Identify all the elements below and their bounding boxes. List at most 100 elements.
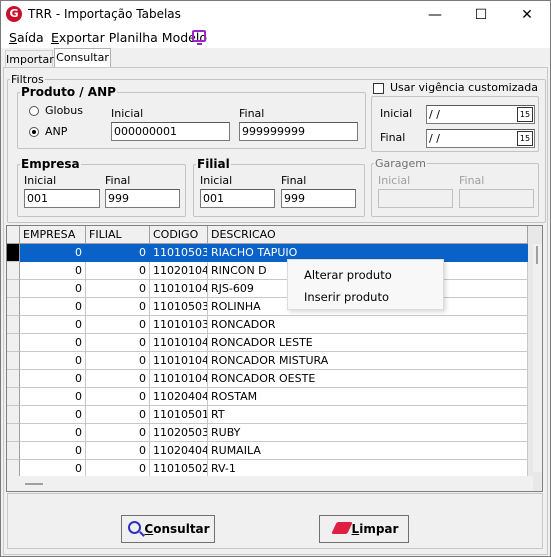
cell-filial[interactable]: 0 (86, 262, 150, 280)
consultar-button[interactable]: Consultar (121, 515, 215, 543)
cell-empresa[interactable]: 0 (20, 388, 86, 406)
menu-saida[interactable]: Saída (9, 29, 44, 47)
produtos-grid[interactable]: EMPRESA FILIAL CODIGO DESCRICAO 0 0 110105… (6, 225, 543, 492)
produto-inicial-input[interactable]: 000000001 (111, 122, 230, 141)
row-indicator[interactable] (7, 370, 20, 388)
tab-consultar[interactable]: Consultar (54, 48, 111, 69)
row-indicator[interactable] (7, 262, 20, 280)
menu-exportar-planilha[interactable]: Exportar Planilha Modelo (51, 29, 207, 47)
cell-codigo[interactable]: 110105019 (150, 406, 208, 424)
cell-descricao[interactable]: ROSTAM (208, 388, 528, 406)
cell-codigo[interactable]: 110204041 (150, 442, 208, 460)
grid-horizontal-scrollbar[interactable] (7, 476, 533, 491)
cell-empresa[interactable]: 0 (20, 316, 86, 334)
cell-codigo[interactable]: 110101033 (150, 316, 208, 334)
empresa-final-input[interactable]: 999 (105, 189, 180, 208)
row-indicator[interactable] (7, 316, 20, 334)
filial-inicial-input[interactable]: 001 (200, 189, 275, 208)
row-indicator[interactable] (7, 334, 20, 352)
cell-filial[interactable]: 0 (86, 334, 150, 352)
globus-radio[interactable] (29, 106, 39, 116)
row-indicator[interactable] (7, 442, 20, 460)
col-descricao-header[interactable]: DESCRICAO (208, 226, 528, 244)
table-row[interactable]: 00110101040RONCADOR LESTE (7, 334, 528, 352)
cell-empresa[interactable]: 0 (20, 370, 86, 388)
cell-filial[interactable]: 0 (86, 280, 150, 298)
cell-filial[interactable]: 0 (86, 298, 150, 316)
row-indicator[interactable] (7, 244, 20, 262)
row-indicator[interactable] (7, 352, 20, 370)
col-empresa-header[interactable]: EMPRESA (20, 226, 86, 244)
cell-descricao[interactable]: RONCADOR OESTE (208, 370, 528, 388)
scroll-thumb[interactable] (25, 483, 43, 485)
filial-final-input[interactable]: 999 (281, 189, 356, 208)
cell-codigo[interactable]: 110101045 (150, 352, 208, 370)
cell-codigo[interactable]: 110204040 (150, 388, 208, 406)
cell-codigo[interactable]: 110101048 (150, 280, 208, 298)
cell-empresa[interactable]: 0 (20, 298, 86, 316)
cell-empresa[interactable]: 0 (20, 424, 86, 442)
limpar-button[interactable]: Limpar (319, 515, 409, 543)
cell-descricao[interactable]: RT (208, 406, 528, 424)
minimize-button[interactable]: — (412, 1, 458, 29)
cell-filial[interactable]: 0 (86, 424, 150, 442)
menu-alterar-produto[interactable]: Alterar produto (304, 265, 392, 285)
table-row[interactable]: 00110204041RUMAILA (7, 442, 528, 460)
table-row[interactable]: 00110105019RT (7, 406, 528, 424)
table-row[interactable]: 00110205030RUBY (7, 424, 528, 442)
maximize-button[interactable]: ☐ (458, 1, 504, 29)
cell-empresa[interactable]: 0 (20, 262, 86, 280)
table-row[interactable]: 00110201049RINCON D (7, 262, 528, 280)
cell-empresa[interactable]: 0 (20, 442, 86, 460)
cell-descricao[interactable]: RUBY (208, 424, 528, 442)
col-filial-header[interactable]: FILIAL (86, 226, 150, 244)
cell-codigo[interactable]: 110105031 (150, 298, 208, 316)
vigencia-inicial-input[interactable]: / / 15 (426, 105, 535, 124)
table-row[interactable]: 00110101041RONCADOR OESTE (7, 370, 528, 388)
table-row[interactable]: 00110101048RJS-609 (7, 280, 528, 298)
cell-descricao[interactable]: RUMAILA (208, 442, 528, 460)
row-indicator[interactable] (7, 424, 20, 442)
col-codigo-header[interactable]: CODIGO (150, 226, 208, 244)
cell-descricao[interactable]: RONCADOR LESTE (208, 334, 528, 352)
cell-filial[interactable]: 0 (86, 244, 150, 262)
cell-codigo[interactable]: 110201049 (150, 262, 208, 280)
cell-filial[interactable]: 0 (86, 316, 150, 334)
cell-filial[interactable]: 0 (86, 352, 150, 370)
row-indicator[interactable] (7, 406, 20, 424)
anp-radio[interactable] (29, 127, 39, 137)
row-indicator[interactable] (7, 388, 20, 406)
cell-filial[interactable]: 0 (86, 388, 150, 406)
cell-empresa[interactable]: 0 (20, 406, 86, 424)
table-row[interactable]: 00110101045RONCADOR MISTURA (7, 352, 528, 370)
cell-codigo[interactable]: 110205030 (150, 424, 208, 442)
vigencia-final-input[interactable]: / / 15 (426, 129, 535, 148)
cell-descricao[interactable]: RONCADOR MISTURA (208, 352, 528, 370)
monitor-icon[interactable] (192, 30, 206, 45)
row-indicator[interactable] (7, 280, 20, 298)
menu-inserir-produto[interactable]: Inserir produto (304, 287, 389, 307)
scroll-thumb[interactable] (536, 246, 538, 264)
table-row[interactable]: 00110105031ROLINHA (7, 298, 528, 316)
cell-codigo[interactable]: 110105032 (150, 244, 208, 262)
vigencia-checkbox[interactable] (373, 83, 384, 94)
cell-filial[interactable]: 0 (86, 406, 150, 424)
cell-empresa[interactable]: 0 (20, 280, 86, 298)
cell-descricao[interactable]: RONCADOR (208, 316, 528, 334)
grid-vertical-scrollbar[interactable] (533, 244, 542, 472)
cell-empresa[interactable]: 0 (20, 244, 86, 262)
cell-codigo[interactable]: 110101040 (150, 334, 208, 352)
cell-empresa[interactable]: 0 (20, 352, 86, 370)
table-row[interactable]: 00110101033RONCADOR (7, 316, 528, 334)
close-button[interactable]: ✕ (504, 1, 550, 29)
cell-filial[interactable]: 0 (86, 370, 150, 388)
calendar-icon[interactable]: 15 (517, 107, 533, 122)
empresa-inicial-input[interactable]: 001 (24, 189, 100, 208)
cell-filial[interactable]: 0 (86, 442, 150, 460)
cell-codigo[interactable]: 110101041 (150, 370, 208, 388)
produto-final-input[interactable]: 999999999 (239, 122, 358, 141)
table-row[interactable]: 00110105032RIACHO TAPUIO (7, 244, 528, 262)
cell-empresa[interactable]: 0 (20, 334, 86, 352)
calendar-icon[interactable]: 15 (517, 131, 533, 146)
row-indicator[interactable] (7, 298, 20, 316)
